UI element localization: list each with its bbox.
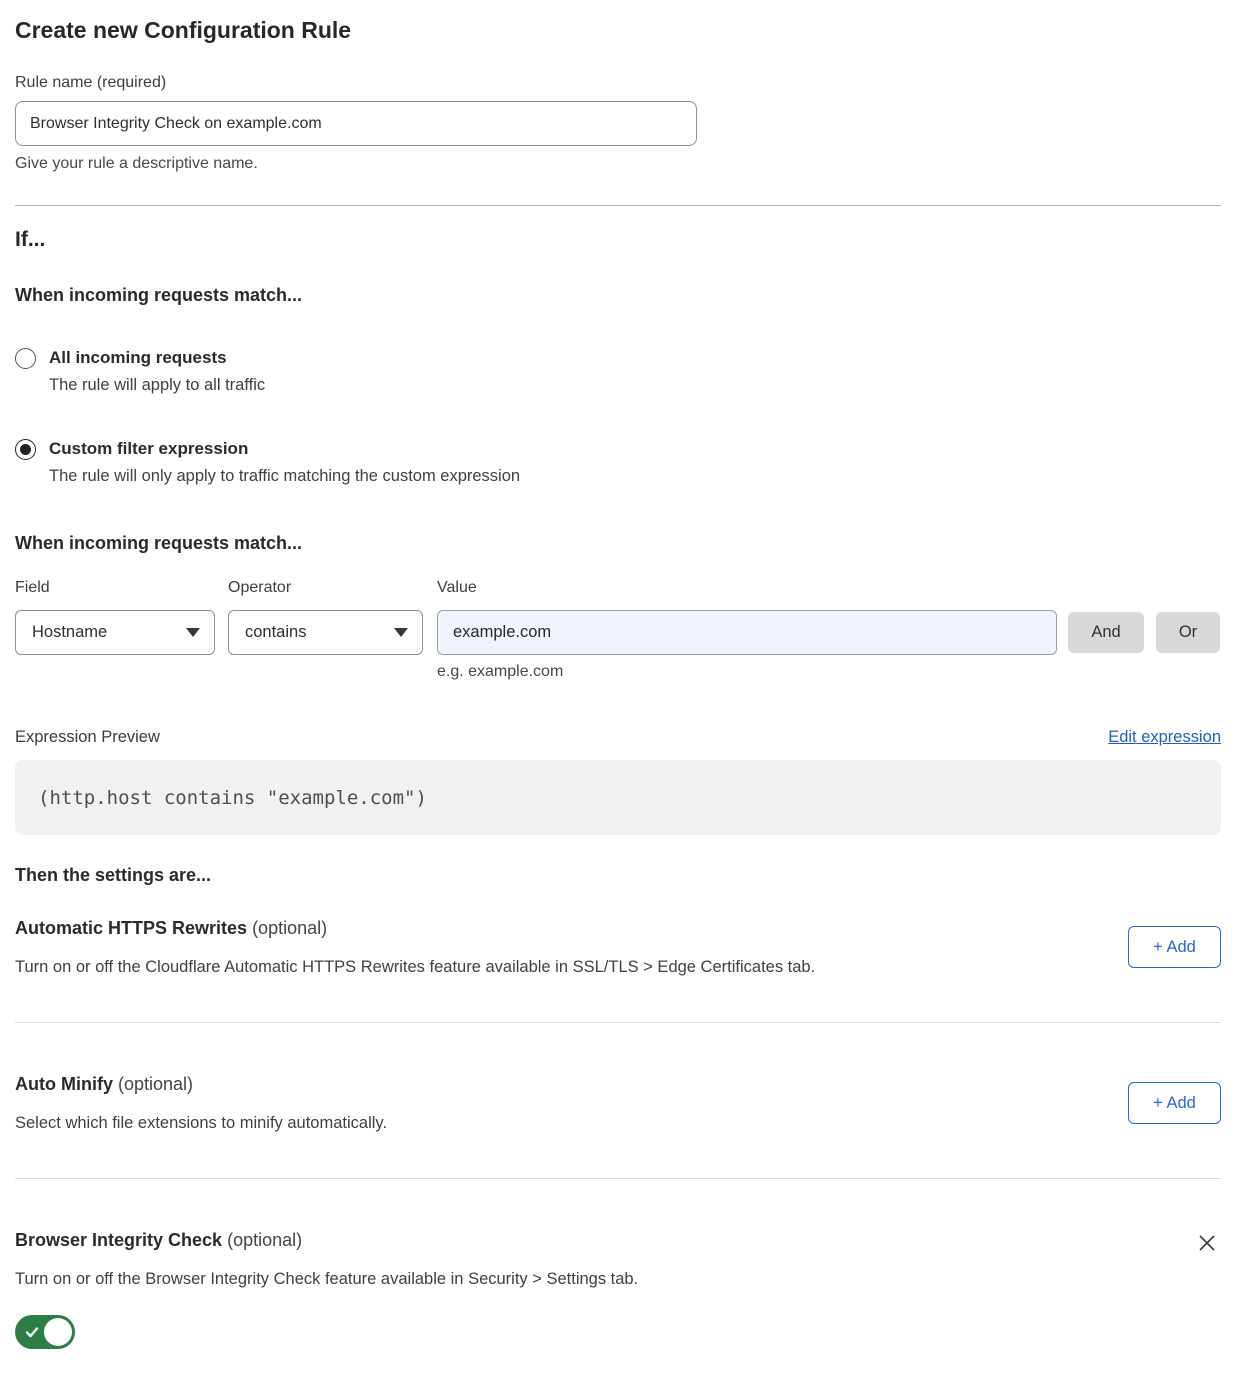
expression-builder-heading: When incoming requests match... — [15, 532, 1221, 554]
setting-row-automatic-https-rewrites: Automatic HTTPS Rewrites (optional) Turn… — [15, 917, 1221, 977]
radio-option-description: The rule will apply to all traffic — [49, 375, 265, 395]
value-helper: e.g. example.com — [437, 662, 1057, 681]
and-button[interactable]: And — [1068, 612, 1144, 653]
section-divider — [15, 205, 1221, 206]
setting-optional-tag: (optional) — [118, 1074, 193, 1094]
radio-selected-icon[interactable] — [15, 439, 36, 460]
setting-divider — [15, 1022, 1221, 1023]
setting-row-browser-integrity-check: Browser Integrity Check (optional) Turn … — [15, 1229, 1221, 1289]
setting-optional-tag: (optional) — [252, 918, 327, 938]
create-configuration-rule-page: Create new Configuration Rule Rule name … — [0, 0, 1237, 1377]
radio-option-label: Custom filter expression — [49, 438, 520, 459]
rule-name-label: Rule name (required) — [15, 73, 1221, 92]
field-label: Field — [15, 578, 215, 597]
rule-name-helper: Give your rule a descriptive name. — [15, 154, 1221, 173]
rule-name-input[interactable] — [15, 101, 697, 146]
field-select-value: Hostname — [32, 623, 107, 642]
radio-option-custom-filter-expression[interactable]: Custom filter expression The rule will o… — [15, 438, 1221, 486]
expression-preview-code: (http.host contains "example.com") — [38, 787, 427, 809]
or-button[interactable]: Or — [1156, 612, 1220, 653]
operator-label: Operator — [228, 578, 423, 597]
setting-name: Auto Minify — [15, 1074, 113, 1094]
chevron-down-icon — [394, 628, 408, 637]
browser-integrity-check-toggle[interactable] — [15, 1315, 75, 1349]
operator-select-value: contains — [245, 623, 306, 642]
expression-preview-header: Expression Preview Edit expression — [15, 728, 1221, 747]
setting-name: Browser Integrity Check — [15, 1230, 222, 1250]
edit-expression-link[interactable]: Edit expression — [1108, 728, 1221, 747]
chevron-down-icon — [186, 628, 200, 637]
remove-browser-integrity-check-button[interactable] — [1195, 1231, 1219, 1255]
close-icon — [1196, 1232, 1218, 1254]
incoming-requests-match-heading: When incoming requests match... — [15, 284, 1221, 306]
expression-preview-label: Expression Preview — [15, 728, 160, 747]
setting-divider — [15, 1178, 1221, 1179]
expression-preview-code-block: (http.host contains "example.com") — [15, 760, 1221, 835]
setting-row-auto-minify: Auto Minify (optional) Select which file… — [15, 1073, 1221, 1133]
radio-option-description: The rule will only apply to traffic matc… — [49, 466, 520, 486]
add-auto-minify-button[interactable]: + Add — [1128, 1082, 1221, 1124]
page-title: Create new Configuration Rule — [15, 16, 1221, 44]
setting-description: Select which file extensions to minify a… — [15, 1113, 387, 1133]
radio-unselected-icon[interactable] — [15, 348, 36, 369]
setting-description: Turn on or off the Cloudflare Automatic … — [15, 957, 815, 977]
check-icon — [24, 1324, 40, 1340]
toggle-knob — [44, 1318, 72, 1346]
if-heading: If... — [15, 227, 1221, 253]
setting-optional-tag: (optional) — [227, 1230, 302, 1250]
radio-option-all-incoming-requests[interactable]: All incoming requests The rule will appl… — [15, 347, 1221, 395]
add-automatic-https-rewrites-button[interactable]: + Add — [1128, 926, 1221, 968]
then-settings-heading: Then the settings are... — [15, 864, 1221, 886]
field-select[interactable]: Hostname — [15, 610, 215, 655]
operator-select[interactable]: contains — [228, 610, 423, 655]
expression-builder-row: Field Hostname Operator contains Value e… — [15, 578, 1221, 681]
radio-option-label: All incoming requests — [49, 347, 265, 368]
setting-name: Automatic HTTPS Rewrites — [15, 918, 247, 938]
value-input[interactable] — [437, 610, 1057, 655]
setting-description: Turn on or off the Browser Integrity Che… — [15, 1269, 638, 1289]
value-label: Value — [437, 578, 1057, 597]
